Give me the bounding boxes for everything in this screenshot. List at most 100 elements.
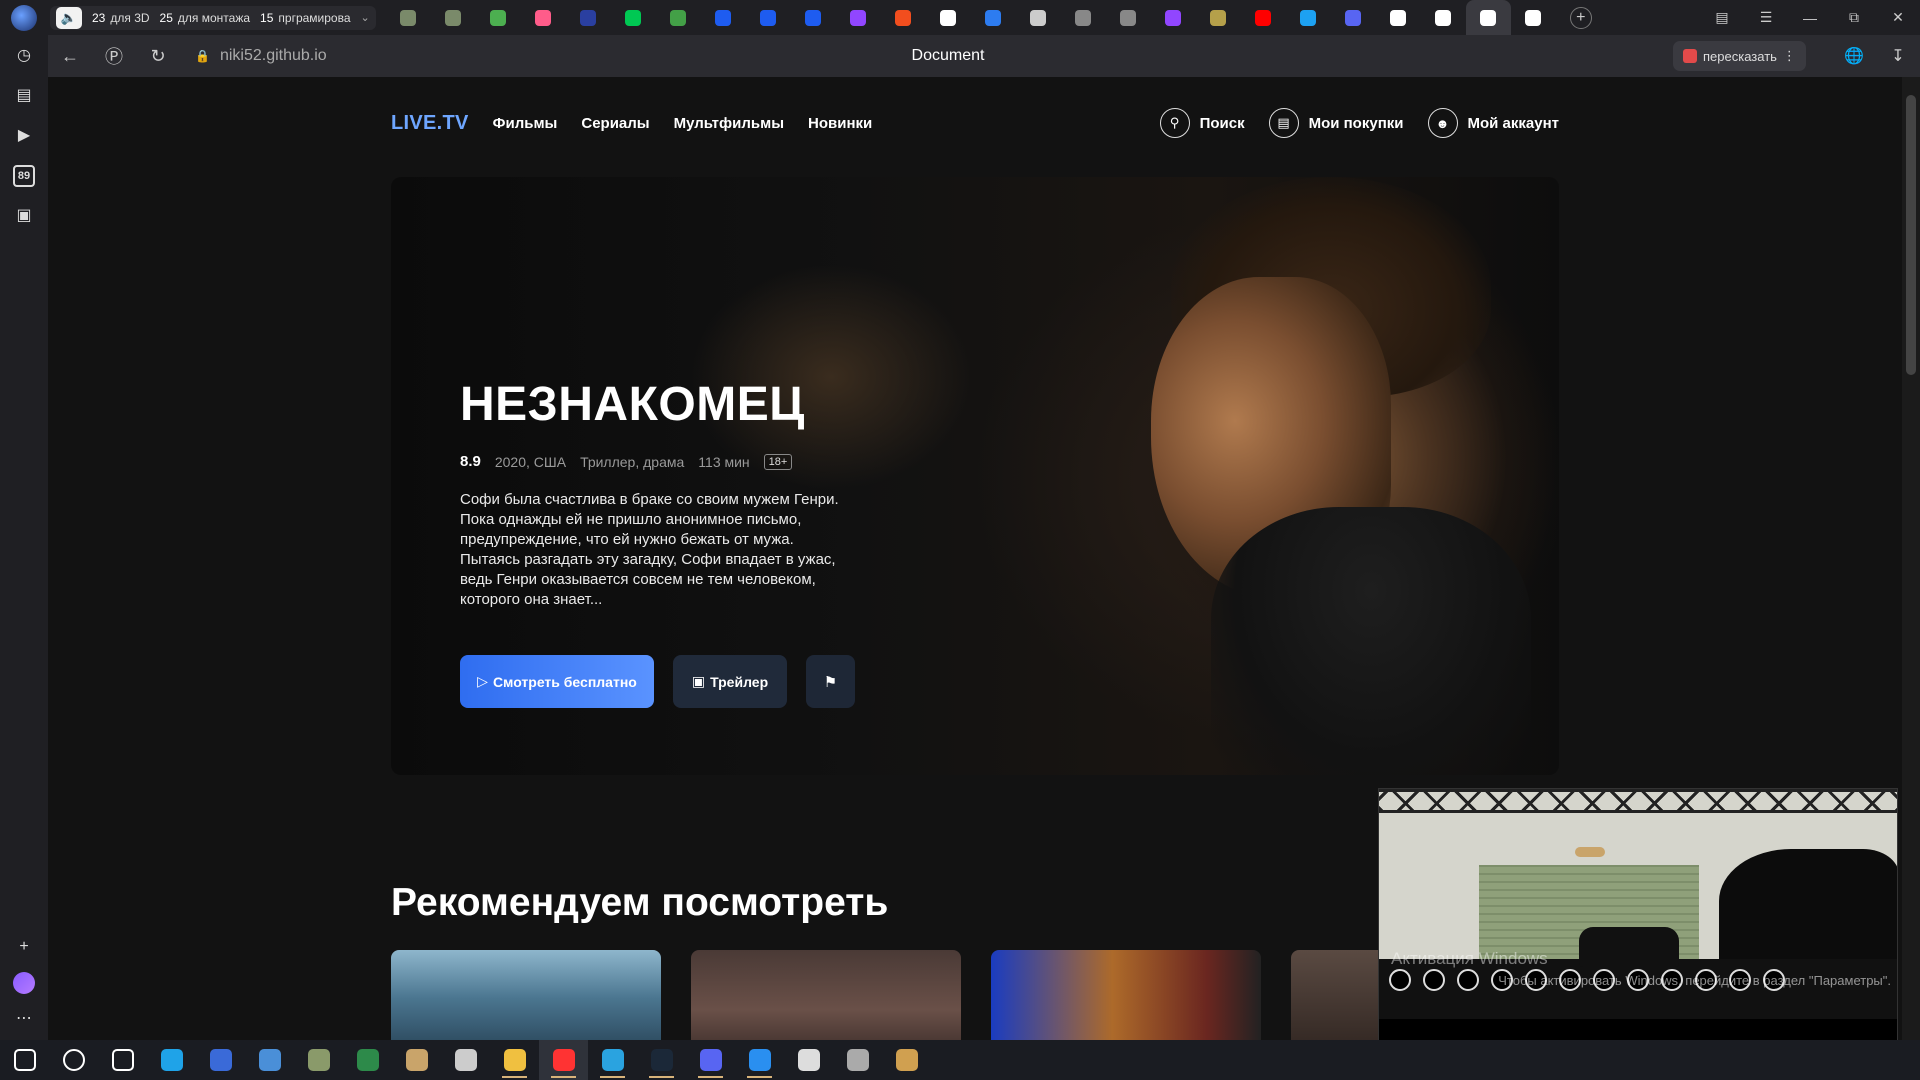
trailer-button[interactable]: ▣ Трейлер: [673, 655, 787, 708]
taskbar-button[interactable]: [441, 1040, 490, 1080]
restore-button[interactable]: ⧉: [1832, 9, 1876, 26]
reload-icon[interactable]: ↻: [136, 46, 180, 67]
taskbar-button[interactable]: [833, 1040, 882, 1080]
chevron-down-icon[interactable]: ⌄: [361, 11, 370, 24]
pinned-tab[interactable]: [926, 0, 971, 35]
taskbar-button[interactable]: [49, 1040, 98, 1080]
taskbar-button[interactable]: [539, 1040, 588, 1080]
notes-icon[interactable]: ▤: [13, 85, 35, 107]
pinned-tab[interactable]: [1151, 0, 1196, 35]
page-scrollbar[interactable]: [1902, 77, 1920, 1040]
app-icon: [846, 1049, 869, 1071]
bookmark-button[interactable]: ⚑: [806, 655, 855, 708]
pinned-tab[interactable]: [1286, 0, 1331, 35]
taskbar-button[interactable]: [98, 1040, 147, 1080]
hero-image-shoulder: [1211, 507, 1531, 775]
nav-new[interactable]: Новинки: [808, 115, 872, 132]
pinned-tab[interactable]: [521, 0, 566, 35]
url-field[interactable]: 🔒 niki52.github.io Document ⚑: [183, 40, 1713, 72]
speaker-icon[interactable]: 🔈: [56, 6, 82, 29]
tab-group-3d[interactable]: 23 для 3D: [92, 11, 150, 25]
nav-films[interactable]: Фильмы: [493, 115, 558, 132]
taskbar-button[interactable]: [196, 1040, 245, 1080]
taskbar-button[interactable]: [343, 1040, 392, 1080]
pinned-tab[interactable]: [1016, 0, 1061, 35]
back-icon[interactable]: ←: [48, 46, 92, 67]
pinned-tab[interactable]: [881, 0, 926, 35]
movie-rating: 8.9: [460, 453, 481, 470]
pinned-tab[interactable]: [1196, 0, 1241, 35]
taskbar-button[interactable]: [490, 1040, 539, 1080]
pinned-tab[interactable]: [1061, 0, 1106, 35]
pinned-tab[interactable]: [1331, 0, 1376, 35]
picture-in-picture-video[interactable]: Активация Windows Чтобы активировать Win…: [1378, 788, 1898, 1080]
pinned-tab[interactable]: [971, 0, 1016, 35]
pinned-tab[interactable]: [611, 0, 656, 35]
minimize-button[interactable]: —: [1788, 10, 1832, 26]
nav-series[interactable]: Сериалы: [581, 115, 649, 132]
watch-free-button[interactable]: ▷ Смотреть бесплатно: [460, 655, 654, 708]
taskbar-button[interactable]: [882, 1040, 931, 1080]
alice-icon[interactable]: [13, 972, 35, 994]
site-logo[interactable]: LIVE.TV: [391, 112, 469, 135]
pinned-tab[interactable]: [701, 0, 746, 35]
pinned-tab[interactable]: [746, 0, 791, 35]
tab-group-programming[interactable]: 15 прграмирова: [260, 11, 350, 25]
play-icon: ▷: [477, 673, 488, 689]
taskbar-button[interactable]: [245, 1040, 294, 1080]
pinned-tab[interactable]: [1376, 0, 1421, 35]
add-icon[interactable]: +: [13, 936, 35, 958]
pinned-tab[interactable]: [791, 0, 836, 35]
more-icon[interactable]: ⋯: [13, 1008, 35, 1030]
windows-taskbar: [0, 1040, 1920, 1080]
pinned-tab[interactable]: [656, 0, 701, 35]
taskbar-button[interactable]: [0, 1040, 49, 1080]
taskbar-button[interactable]: [686, 1040, 735, 1080]
purchases-link[interactable]: ▤ Мои покупки: [1268, 108, 1404, 138]
taskbar-button[interactable]: [637, 1040, 686, 1080]
close-button[interactable]: ✕: [1876, 9, 1920, 26]
url-text[interactable]: niki52.github.io: [220, 47, 327, 65]
taskbar-button[interactable]: [588, 1040, 637, 1080]
pinned-tab[interactable]: [566, 0, 611, 35]
nav-cartoons[interactable]: Мультфильмы: [674, 115, 784, 132]
download-icon[interactable]: ↧: [1876, 46, 1920, 66]
pinned-tab[interactable]: [836, 0, 881, 35]
screenshot-icon[interactable]: ▣: [13, 205, 35, 227]
windows-activation-text: Чтобы активировать Windows, перейдите в …: [1498, 973, 1891, 988]
scrollbar-thumb[interactable]: [1906, 95, 1916, 375]
history-icon[interactable]: ◷: [13, 45, 35, 67]
pinned-tab[interactable]: [431, 0, 476, 35]
taskbar-button[interactable]: [735, 1040, 784, 1080]
new-tab-button[interactable]: +: [1569, 6, 1592, 29]
globe-icon[interactable]: 🌐: [1832, 46, 1876, 66]
pinned-tab[interactable]: [1421, 0, 1466, 35]
tab-group-label: для монтажа: [177, 10, 251, 25]
account-link[interactable]: ☻ Мой аккаунт: [1427, 108, 1559, 138]
pinned-tab[interactable]: [1511, 0, 1556, 35]
pinned-tab[interactable]: [476, 0, 521, 35]
collections-icon[interactable]: ▤: [1700, 9, 1744, 26]
video-truss: [1379, 789, 1897, 813]
taskbar-button[interactable]: [294, 1040, 343, 1080]
taskbar-button[interactable]: [392, 1040, 441, 1080]
pinned-tab[interactable]: [386, 0, 431, 35]
app-icon: [209, 1049, 232, 1071]
pinned-tab[interactable]: [1465, 0, 1511, 35]
favicon-icon: [895, 9, 912, 26]
pinned-tab[interactable]: [1241, 0, 1286, 35]
retell-button[interactable]: пересказать ⋮: [1673, 41, 1806, 71]
lock-icon[interactable]: 🔒: [195, 49, 210, 63]
taskbar-button[interactable]: [147, 1040, 196, 1080]
weather-badge[interactable]: 89: [13, 165, 35, 187]
menu-icon[interactable]: ☰: [1744, 9, 1788, 26]
video-icon[interactable]: ▶: [13, 125, 35, 147]
yandex-icon[interactable]: Ⓟ: [92, 43, 136, 69]
more-vertical-icon[interactable]: ⋮: [1783, 48, 1796, 64]
taskbar-button[interactable]: [784, 1040, 833, 1080]
tab-group-montage[interactable]: 25 для монтажа: [160, 11, 250, 25]
pinned-tab[interactable]: [1106, 0, 1151, 35]
browser-logo-icon[interactable]: [0, 0, 48, 35]
search-link[interactable]: ⚲ Поиск: [1159, 108, 1245, 138]
favicon-icon: [1345, 9, 1362, 26]
